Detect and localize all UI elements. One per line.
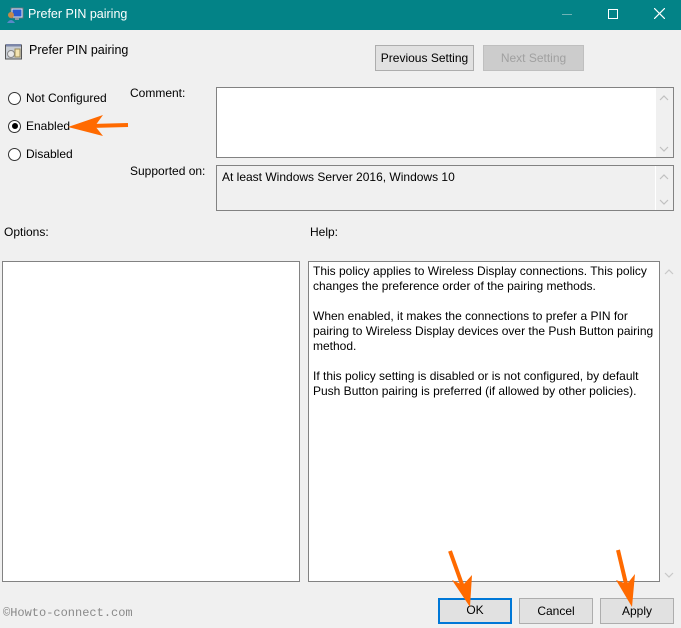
annotation-arrows	[68, 115, 635, 607]
arrow-to-ok	[448, 550, 472, 607]
arrow-to-enabled	[68, 115, 129, 136]
arrow-to-apply	[616, 549, 635, 607]
